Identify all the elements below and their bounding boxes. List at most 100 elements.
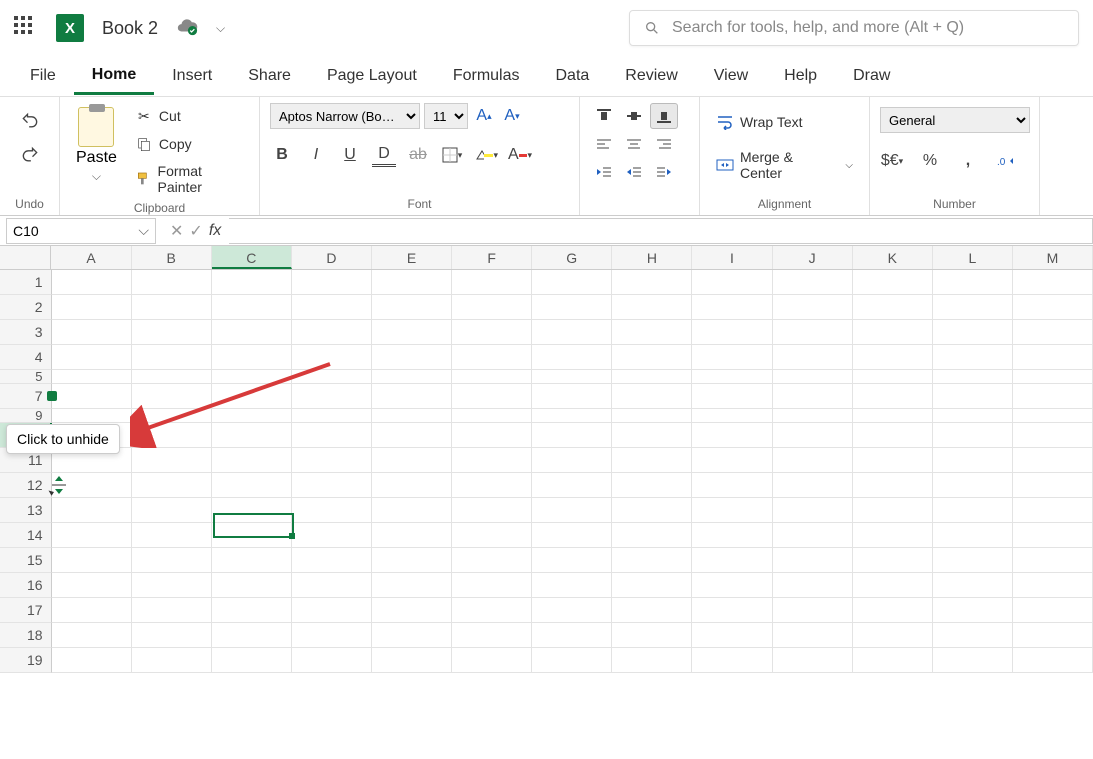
- cell-A5[interactable]: [52, 370, 132, 384]
- align-right-button[interactable]: [650, 131, 678, 157]
- cell-K13[interactable]: [853, 498, 933, 523]
- workbook-title[interactable]: Book 2: [102, 18, 158, 39]
- cell-H3[interactable]: [612, 320, 692, 345]
- cell-G19[interactable]: [532, 648, 612, 673]
- cell-E13[interactable]: [372, 498, 452, 523]
- column-header-C[interactable]: C: [212, 246, 292, 269]
- cell-G15[interactable]: [532, 548, 612, 573]
- cell-J15[interactable]: [773, 548, 853, 573]
- tab-data[interactable]: Data: [538, 59, 608, 93]
- cell-L9[interactable]: [933, 409, 1013, 423]
- cell-L2[interactable]: [933, 295, 1013, 320]
- cell-H1[interactable]: [612, 270, 692, 295]
- cell-B14[interactable]: [132, 523, 212, 548]
- cell-F12[interactable]: [452, 473, 532, 498]
- cell-I3[interactable]: [692, 320, 772, 345]
- cell-M15[interactable]: [1013, 548, 1093, 573]
- cell-A13[interactable]: [52, 498, 132, 523]
- cell-D16[interactable]: [292, 573, 372, 598]
- cell-C15[interactable]: [212, 548, 292, 573]
- bold-button[interactable]: B: [270, 143, 294, 167]
- cell-E15[interactable]: [372, 548, 452, 573]
- cell-L11[interactable]: [933, 448, 1013, 473]
- italic-button[interactable]: I: [304, 143, 328, 167]
- cell-M18[interactable]: [1013, 623, 1093, 648]
- cell-F16[interactable]: [452, 573, 532, 598]
- cell-B19[interactable]: [132, 648, 212, 673]
- cell-L15[interactable]: [933, 548, 1013, 573]
- cell-F9[interactable]: [452, 409, 532, 423]
- cell-A12[interactable]: [52, 473, 132, 498]
- strikethrough-button[interactable]: ab: [406, 143, 430, 167]
- font-size-select[interactable]: 11: [424, 103, 468, 129]
- row-header-4[interactable]: 4: [0, 345, 52, 370]
- cell-C7[interactable]: [212, 384, 292, 409]
- cell-B10[interactable]: [132, 423, 212, 448]
- font-name-select[interactable]: Aptos Narrow (Bo…: [270, 103, 420, 129]
- cell-B17[interactable]: [132, 598, 212, 623]
- cell-D1[interactable]: [292, 270, 372, 295]
- row-header-17[interactable]: 17: [0, 598, 52, 623]
- cell-L18[interactable]: [933, 623, 1013, 648]
- cell-C2[interactable]: [212, 295, 292, 320]
- cell-C10[interactable]: [212, 423, 292, 448]
- cell-C5[interactable]: [212, 370, 292, 384]
- formula-input[interactable]: [229, 218, 1093, 244]
- cell-L19[interactable]: [933, 648, 1013, 673]
- cell-C12[interactable]: [212, 473, 292, 498]
- cell-G9[interactable]: [532, 409, 612, 423]
- cell-E4[interactable]: [372, 345, 452, 370]
- cell-K11[interactable]: [853, 448, 933, 473]
- cell-J11[interactable]: [773, 448, 853, 473]
- cell-K14[interactable]: [853, 523, 933, 548]
- cell-B1[interactable]: [132, 270, 212, 295]
- align-left-button[interactable]: [590, 131, 618, 157]
- cell-F13[interactable]: [452, 498, 532, 523]
- cell-I12[interactable]: [692, 473, 772, 498]
- row-header-15[interactable]: 15: [0, 548, 52, 573]
- cell-A19[interactable]: [52, 648, 132, 673]
- cell-H10[interactable]: [612, 423, 692, 448]
- cell-B4[interactable]: [132, 345, 212, 370]
- cell-E12[interactable]: [372, 473, 452, 498]
- increase-indent-button[interactable]: [620, 159, 648, 185]
- cell-M7[interactable]: [1013, 384, 1093, 409]
- font-color-button[interactable]: A▾: [508, 143, 532, 167]
- fill-color-button[interactable]: ▾: [474, 143, 498, 167]
- cell-A15[interactable]: [52, 548, 132, 573]
- cell-A2[interactable]: [52, 295, 132, 320]
- cell-H16[interactable]: [612, 573, 692, 598]
- cell-B7[interactable]: [132, 384, 212, 409]
- column-header-G[interactable]: G: [532, 246, 612, 269]
- cell-J16[interactable]: [773, 573, 853, 598]
- cell-F7[interactable]: [452, 384, 532, 409]
- cell-J5[interactable]: [773, 370, 853, 384]
- cancel-formula-icon[interactable]: ✕: [170, 221, 183, 241]
- column-header-A[interactable]: A: [51, 246, 131, 269]
- cell-M12[interactable]: [1013, 473, 1093, 498]
- cell-L16[interactable]: [933, 573, 1013, 598]
- tab-view[interactable]: View: [696, 59, 766, 93]
- cell-H4[interactable]: [612, 345, 692, 370]
- cell-L4[interactable]: [933, 345, 1013, 370]
- column-header-D[interactable]: D: [292, 246, 372, 269]
- cell-J14[interactable]: [773, 523, 853, 548]
- column-header-I[interactable]: I: [692, 246, 772, 269]
- tab-insert[interactable]: Insert: [154, 59, 230, 93]
- cell-G10[interactable]: [532, 423, 612, 448]
- cell-A7[interactable]: [52, 384, 132, 409]
- cell-I1[interactable]: [692, 270, 772, 295]
- cell-F18[interactable]: [452, 623, 532, 648]
- cell-M1[interactable]: [1013, 270, 1093, 295]
- cell-I19[interactable]: [692, 648, 772, 673]
- row-header-14[interactable]: 14: [0, 523, 52, 548]
- cell-F4[interactable]: [452, 345, 532, 370]
- merge-center-button[interactable]: Merge & Center⌵: [710, 145, 859, 185]
- cell-A4[interactable]: [52, 345, 132, 370]
- cell-F1[interactable]: [452, 270, 532, 295]
- column-header-J[interactable]: J: [773, 246, 853, 269]
- cell-C16[interactable]: [212, 573, 292, 598]
- cell-D18[interactable]: [292, 623, 372, 648]
- cell-F15[interactable]: [452, 548, 532, 573]
- undo-button[interactable]: [18, 109, 42, 133]
